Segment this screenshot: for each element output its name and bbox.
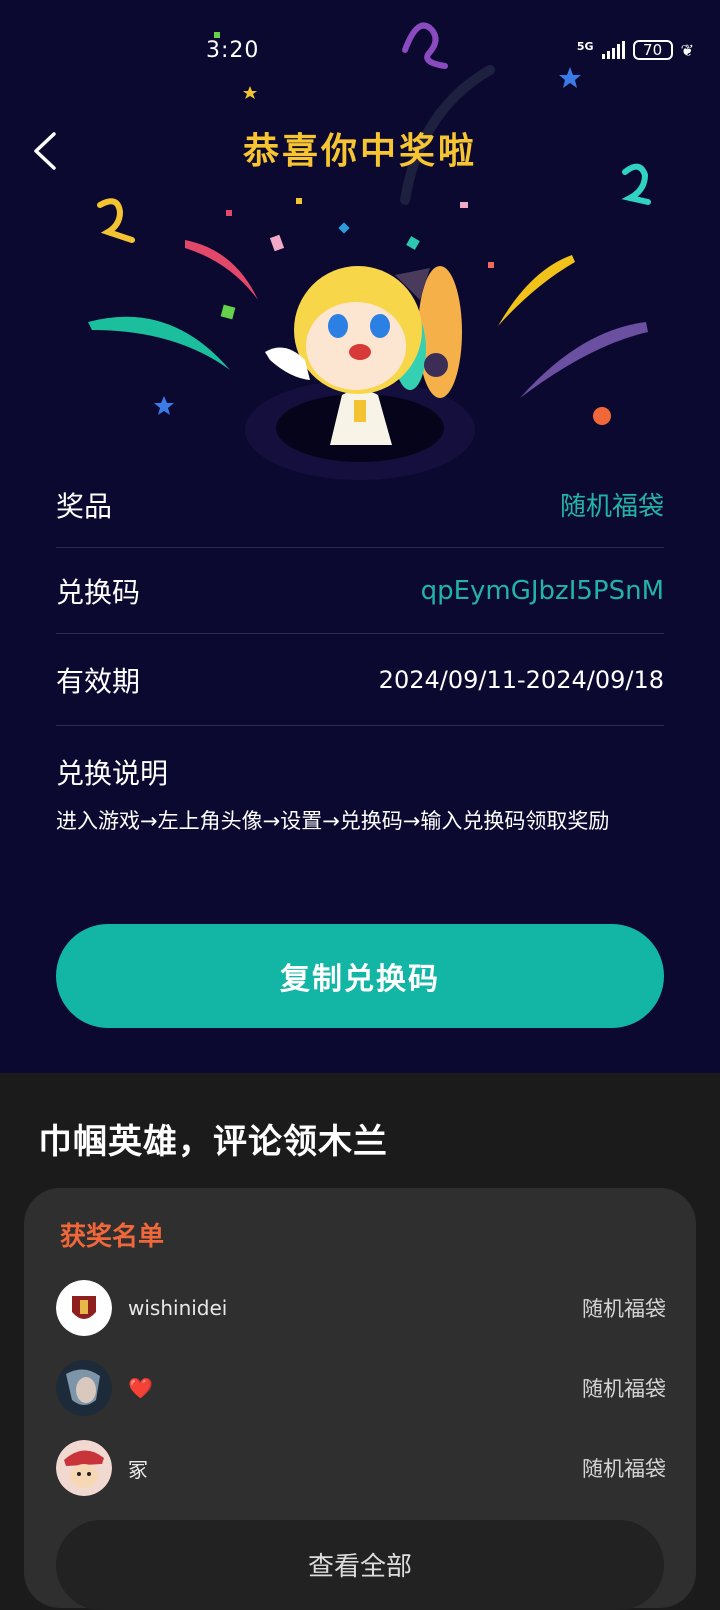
winners-title: 获奖名单: [60, 1222, 165, 1252]
confetti-illustration: [88, 22, 651, 480]
view-all-button[interactable]: 查看全部: [56, 1520, 664, 1610]
prize-info: 奖品 随机福袋 兑换码 qpEymGJbzI5PSnM 有效期 2024/09/…: [56, 462, 664, 839]
winner-prize: 随机福袋: [582, 1297, 666, 1321]
validity-row: 有效期 2024/09/11-2024/09/18: [56, 634, 664, 726]
page-title: 恭喜你中奖啦: [242, 131, 477, 172]
winner-prize: 随机福袋: [582, 1457, 666, 1481]
validity-label: 有效期: [56, 664, 141, 698]
avatar[interactable]: [56, 1280, 112, 1336]
validity-value: 2024/09/11-2024/09/18: [378, 665, 664, 694]
code-row: 兑换码 qpEymGJbzI5PSnM: [56, 548, 664, 634]
instructions-title: 兑换说明: [56, 757, 169, 790]
winner-prize: 随机福袋: [582, 1377, 666, 1401]
status-time: 3:20: [206, 38, 260, 63]
avatar[interactable]: [56, 1440, 112, 1496]
leaf-icon: ❦: [680, 40, 694, 60]
code-value[interactable]: qpEymGJbzI5PSnM: [421, 576, 664, 606]
battery-icon: 70: [632, 40, 673, 60]
section-title: 巾帼英雄，评论领木兰: [38, 1122, 388, 1162]
code-label: 兑换码: [56, 575, 141, 609]
signal-icon: [601, 41, 625, 59]
instructions-text: 进入游戏→左上角头像→设置→兑换码→输入兑换码领取奖励: [56, 809, 610, 833]
prize-value: 随机福袋: [559, 492, 664, 522]
winner-name: 冢: [128, 1457, 148, 1482]
copy-code-button[interactable]: 复制兑换码: [56, 924, 664, 1028]
status-icons: 5G 70 ❦: [577, 40, 694, 60]
prize-label: 奖品: [56, 489, 113, 523]
winner-row: wishinidei 随机福袋: [56, 1280, 666, 1336]
winners-card: 获奖名单 wishinidei 随机福袋 ❤️ 随机福袋 冢 随机福袋 查看全部: [24, 1188, 696, 1610]
prize-panel: 3:20 5G 70 ❦ 恭喜你中奖啦 奖品 随机福袋 兑换码 qpEymGJb…: [0, 0, 720, 1073]
winner-name: wishinidei: [128, 1296, 228, 1320]
network-type: 5G: [576, 39, 594, 53]
avatar[interactable]: [56, 1360, 112, 1416]
winner-row: ❤️ 随机福袋: [56, 1360, 666, 1416]
prize-row: 奖品 随机福袋: [56, 462, 664, 548]
winner-row: 冢 随机福袋: [56, 1440, 666, 1496]
winner-name: ❤️: [128, 1376, 153, 1400]
